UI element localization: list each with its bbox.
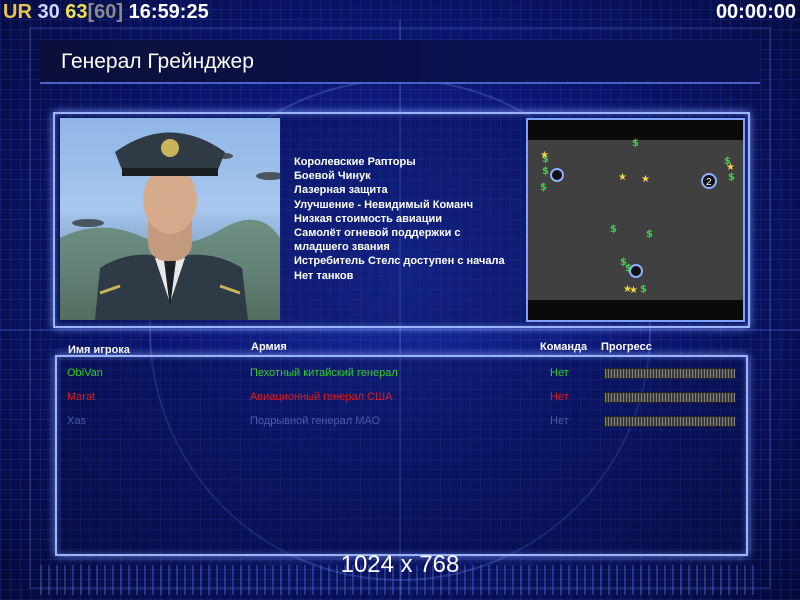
bonus-item: Истребитель Стелс доступен с начала: [294, 255, 505, 268]
fps-limit: [60]: [87, 1, 124, 23]
player-army: Авиационный генерал США: [250, 391, 393, 403]
minimap-markers: $ $ $ $ $ $ $ $ $ $ $ ★ ★ ★ ★ ★ ★ 2: [540, 138, 735, 296]
start-position-label: 2: [706, 177, 712, 188]
player-army: Подрывной генерал МАО: [250, 415, 381, 427]
column-header-team: Команда: [540, 341, 588, 353]
supply-dollar-icon: $: [610, 224, 617, 235]
fps-value: 63: [65, 1, 88, 23]
column-header-progress: Прогресс: [601, 341, 652, 353]
player-progress-bar: [604, 368, 736, 379]
player-team: Нет: [550, 367, 569, 379]
hud-stats: UR 30 63[60] 16:59:25: [3, 0, 209, 24]
supply-dollar-icon: $: [542, 166, 549, 177]
bonus-item: Лазерная защита: [294, 184, 388, 197]
supply-dollar-icon: $: [646, 229, 653, 240]
level-value: 30: [37, 1, 60, 23]
title-bar: Генерал Грейнджер: [40, 40, 760, 84]
clock: 16:59:25: [128, 1, 209, 23]
supply-dollar-icon: $: [728, 172, 735, 183]
oil-star-icon: ★: [629, 285, 638, 296]
general-portrait: [60, 118, 280, 320]
game-timer: 00:00:00: [715, 1, 796, 23]
supply-dollar-icon: $: [632, 138, 639, 149]
bonus-item: Королевские Рапторы: [294, 156, 416, 168]
oil-star-icon: ★: [726, 162, 735, 173]
bonus-item: Улучшение - Невидимый Команч: [294, 198, 474, 211]
rank-label: UR: [3, 1, 32, 23]
player-army: Пехотный китайский генерал: [250, 367, 398, 379]
oil-star-icon: ★: [540, 150, 549, 161]
general-bonus-list: Королевские Рапторы Боевой Чинук Лазерна…: [294, 155, 505, 283]
bonus-item: Низкая стоимость авиации: [294, 212, 443, 225]
supply-dollar-icon: $: [540, 182, 547, 193]
player-progress-bar: [604, 416, 736, 427]
supply-dollar-icon: $: [640, 284, 647, 295]
player-team: Нет: [550, 391, 569, 403]
player-progress-bar: [604, 392, 736, 403]
player-team: Нет: [550, 415, 569, 427]
bonus-item: Нет танков: [294, 269, 354, 282]
bonus-item: Самолёт огневой поддержки с: [294, 227, 461, 240]
player-name: Marat: [67, 391, 96, 403]
player-name: ObiVan: [67, 367, 103, 379]
resolution-label: 1024 x 768: [340, 551, 460, 578]
start-position-icon: [550, 168, 717, 278]
minimap[interactable]: $ $ $ $ $ $ $ $ $ $ $ ★ ★ ★ ★ ★ ★ 2: [526, 118, 745, 322]
column-header-army: Армия: [251, 341, 287, 353]
bonus-item: младшего звания: [294, 241, 390, 254]
player-name: Xas: [67, 415, 86, 427]
player-list-panel: [55, 355, 748, 556]
oil-star-icon: ★: [618, 172, 627, 183]
general-title: Генерал Грейнджер: [61, 50, 254, 73]
oil-star-icon: ★: [641, 174, 650, 185]
bonus-item: Боевой Чинук: [294, 170, 371, 183]
